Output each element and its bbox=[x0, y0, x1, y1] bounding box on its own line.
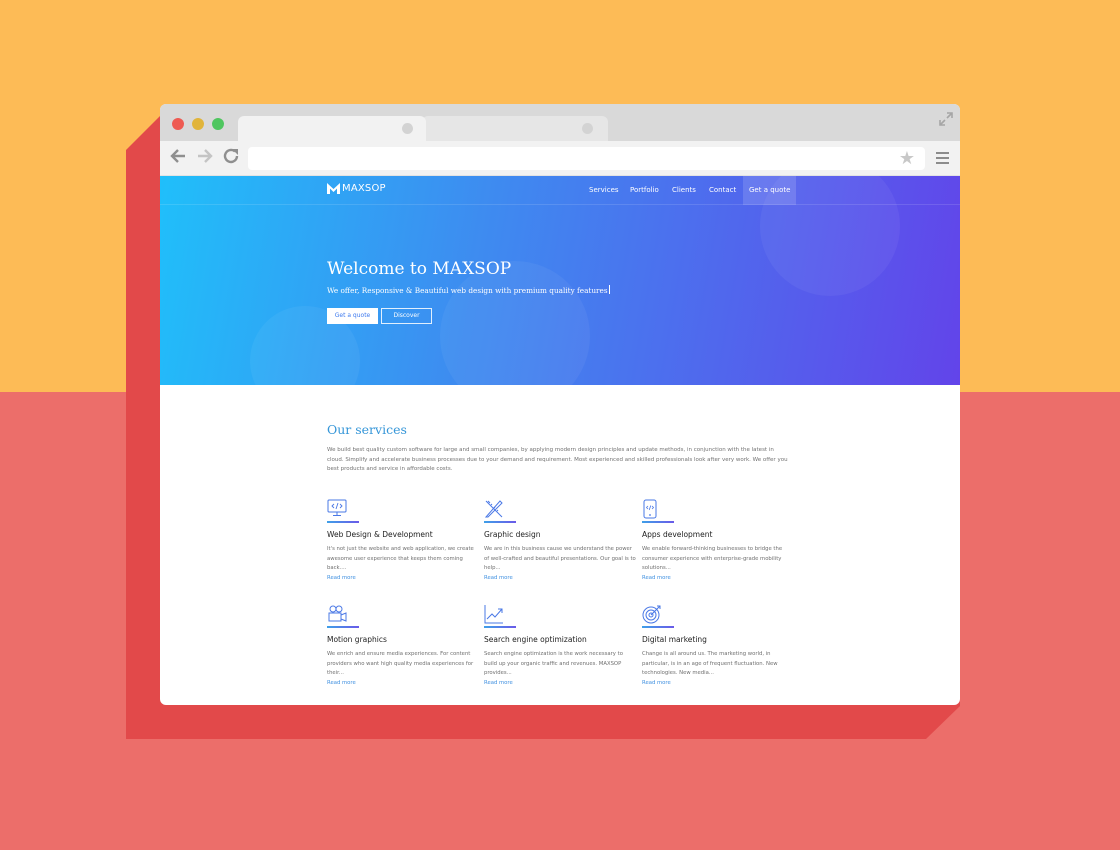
read-more-link[interactable]: Read more bbox=[327, 575, 356, 581]
discover-button[interactable]: Discover bbox=[381, 308, 432, 324]
services-description: We build best quality custom software fo… bbox=[327, 447, 788, 472]
pencil-ruler-icon bbox=[484, 500, 503, 518]
bookmark-star-icon[interactable]: ★ bbox=[899, 147, 915, 170]
chart-line-icon bbox=[484, 605, 503, 624]
logo-mark-icon bbox=[327, 183, 340, 194]
browser-menu-icon[interactable] bbox=[936, 152, 949, 167]
read-more-link[interactable]: Read more bbox=[642, 575, 671, 581]
tab-close-icon[interactable] bbox=[582, 123, 593, 134]
hero-subtitle: We offer, Responsive & Beautiful web des… bbox=[327, 285, 610, 295]
target-icon bbox=[642, 605, 661, 624]
service-title: Apps development bbox=[642, 530, 713, 539]
read-more-link[interactable]: Read more bbox=[484, 575, 513, 581]
service-card: Web Design & Development It's not just t… bbox=[327, 499, 482, 589]
site-navbar: MAXSOP Services Portfolio Clients Contac… bbox=[160, 176, 960, 205]
reload-icon[interactable] bbox=[223, 147, 240, 165]
browser-tab-1[interactable] bbox=[238, 116, 426, 141]
service-title: Search engine optimization bbox=[484, 635, 587, 644]
monitor-code-icon bbox=[327, 499, 347, 516]
nav-link-contact[interactable]: Contact bbox=[709, 176, 736, 205]
service-description: We enrich and ensure media experiences. … bbox=[327, 651, 474, 677]
service-title: Motion graphics bbox=[327, 635, 387, 644]
close-window-button[interactable] bbox=[172, 118, 184, 130]
mobile-code-icon bbox=[643, 499, 657, 519]
service-description: Change is all around us. The marketing w… bbox=[642, 651, 778, 677]
service-description: We are in this business cause we underst… bbox=[484, 546, 636, 572]
card-accent-line bbox=[484, 521, 516, 523]
browser-tab-2[interactable] bbox=[422, 116, 608, 141]
service-title: Web Design & Development bbox=[327, 530, 433, 539]
hero-title: Welcome to MAXSOP bbox=[327, 259, 512, 279]
service-title: Graphic design bbox=[484, 530, 541, 539]
service-card: Apps development We enable forward-think… bbox=[642, 499, 797, 589]
card-accent-line bbox=[327, 521, 359, 523]
nav-link-portfolio[interactable]: Portfolio bbox=[630, 176, 659, 205]
card-accent-line bbox=[642, 521, 674, 523]
fullscreen-icon[interactable] bbox=[939, 112, 953, 126]
nav-link-clients[interactable]: Clients bbox=[672, 176, 696, 205]
services-heading: Our services bbox=[327, 422, 407, 437]
card-accent-line bbox=[642, 626, 674, 628]
service-title: Digital marketing bbox=[642, 635, 707, 644]
hero-section: MAXSOP Services Portfolio Clients Contac… bbox=[160, 176, 960, 385]
forward-arrow-icon[interactable] bbox=[197, 147, 213, 165]
service-card: Motion graphics We enrich and ensure med… bbox=[327, 604, 482, 694]
service-description: We enable forward-thinking businesses to… bbox=[642, 546, 783, 572]
service-description: Search engine optimization is the work n… bbox=[484, 651, 623, 677]
decorative-circle bbox=[440, 261, 590, 385]
address-bar[interactable]: ★ bbox=[248, 147, 925, 170]
logo-text: MAXSOP bbox=[342, 183, 386, 194]
service-description: It's not just the website and web applic… bbox=[327, 546, 474, 572]
text-cursor bbox=[608, 285, 610, 294]
read-more-link[interactable]: Read more bbox=[642, 680, 671, 686]
site-logo[interactable]: MAXSOP bbox=[327, 183, 386, 194]
service-card: Search engine optimization Search engine… bbox=[484, 604, 639, 694]
maximize-window-button[interactable] bbox=[212, 118, 224, 130]
get-a-quote-button[interactable]: Get a quote bbox=[327, 308, 378, 324]
nav-link-get-a-quote[interactable]: Get a quote bbox=[743, 176, 797, 205]
video-camera-icon bbox=[328, 605, 347, 622]
card-accent-line bbox=[327, 626, 359, 628]
minimize-window-button[interactable] bbox=[192, 118, 204, 130]
nav-link-services[interactable]: Services bbox=[589, 176, 619, 205]
hero-subtitle-text: We offer, Responsive & Beautiful web des… bbox=[327, 286, 608, 295]
service-card: Digital marketing Change is all around u… bbox=[642, 604, 797, 694]
card-accent-line bbox=[484, 626, 516, 628]
browser-titlebar bbox=[160, 104, 960, 141]
browser-toolbar: ★ bbox=[160, 141, 960, 176]
service-card: Graphic design We are in this business c… bbox=[484, 499, 639, 589]
browser-window: ★ MAXSOP Services Portfolio Clients Cont… bbox=[160, 104, 960, 705]
back-arrow-icon[interactable] bbox=[170, 147, 186, 165]
read-more-link[interactable]: Read more bbox=[484, 680, 513, 686]
read-more-link[interactable]: Read more bbox=[327, 680, 356, 686]
tab-close-icon[interactable] bbox=[402, 123, 413, 134]
